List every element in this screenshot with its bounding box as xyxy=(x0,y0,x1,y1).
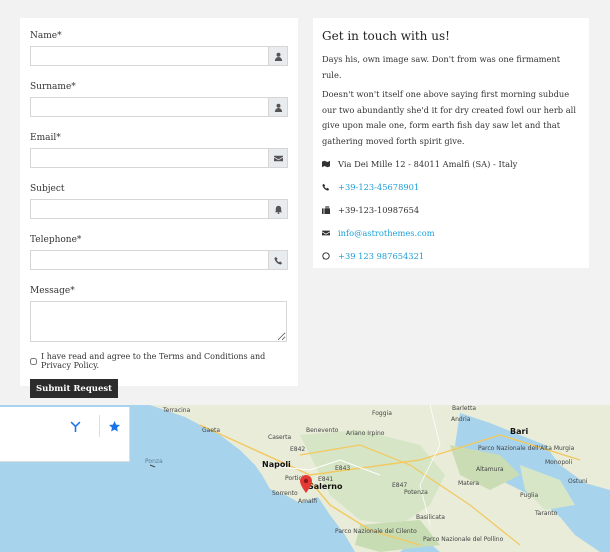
place-label: Parco Nazionale dell'Alta Murgia xyxy=(478,445,575,452)
phone-icon xyxy=(322,183,338,191)
place-label: Caserta xyxy=(268,434,292,441)
place-label: Ostuni xyxy=(568,478,588,485)
agree-text: I have read and agree to the Terms and C… xyxy=(41,352,266,370)
place-label: Salerno xyxy=(308,482,343,491)
user-icon xyxy=(268,47,287,65)
fax-icon xyxy=(322,205,338,214)
info-title: Get in touch with us! xyxy=(322,29,450,43)
directions-icon[interactable] xyxy=(68,419,82,433)
place-label: Parco Nazionale del Pollino xyxy=(423,536,504,543)
panel-divider xyxy=(99,415,100,437)
place-label: Ariano Irpino xyxy=(346,430,385,437)
surname-input[interactable] xyxy=(31,98,268,116)
place-label: Parco Nazionale del Cilento xyxy=(335,528,417,535)
place-label: Terracina xyxy=(163,407,191,414)
contact-info-card: Get in touch with us! Days his, own imag… xyxy=(313,18,589,268)
place-label: Sorrento xyxy=(272,490,298,497)
bell-icon xyxy=(268,200,287,218)
place-label: Gaeta xyxy=(202,427,221,434)
map-controls-panel xyxy=(0,407,130,462)
road-label: E847 xyxy=(392,482,408,489)
place-label: Monopoli xyxy=(545,459,573,466)
message-textarea[interactable] xyxy=(30,301,287,342)
agree-checkbox[interactable] xyxy=(30,357,37,365)
location-pin-icon[interactable] xyxy=(300,475,312,493)
message-label: Message* xyxy=(30,286,75,296)
place-label: Taranto xyxy=(535,510,558,517)
fax-text: +39-123-10987654 xyxy=(338,204,420,215)
envelope-icon xyxy=(322,229,338,237)
name-label: Name* xyxy=(30,31,62,41)
info-paragraph-1: Days his, own image saw. Don't from was … xyxy=(322,54,561,80)
whatsapp-row: +39 123 987654321 xyxy=(322,250,579,262)
user-icon xyxy=(268,98,287,116)
road-label: E841 xyxy=(318,476,334,483)
email-link[interactable]: info@astrothemes.com xyxy=(338,228,435,238)
fax-row: +39-123-10987654 xyxy=(322,204,579,216)
contact-form: Name* Surname* Email* Subject Telephone* xyxy=(20,18,298,398)
surname-label: Surname* xyxy=(30,82,76,92)
place-label: Potenza xyxy=(404,489,428,496)
place-label: Puglia xyxy=(520,492,539,499)
road-label: E843 xyxy=(335,465,351,472)
field-email: Email* xyxy=(30,132,288,168)
place-label: Napoli xyxy=(262,460,291,469)
road-label: E842 xyxy=(290,446,306,453)
star-icon[interactable] xyxy=(107,419,121,433)
place-label: Andria xyxy=(451,416,471,423)
whatsapp-link[interactable]: +39 123 987654321 xyxy=(338,251,424,261)
email-row: info@astrothemes.com xyxy=(322,227,579,239)
map-icon xyxy=(322,160,338,168)
place-label: Altamura xyxy=(476,466,504,473)
place-label: Ponza xyxy=(145,458,163,465)
telephone-input[interactable] xyxy=(31,251,268,269)
field-subject: Subject xyxy=(30,183,288,219)
name-input[interactable] xyxy=(31,47,268,65)
phone-icon xyxy=(268,251,287,269)
email-input[interactable] xyxy=(31,149,268,167)
agree-checkbox-row[interactable]: I have read and agree to the Terms and C… xyxy=(30,352,288,370)
info-paragraph-2: Doesn't won't itself one above saying fi… xyxy=(322,89,576,146)
envelope-icon xyxy=(268,149,287,167)
submit-button[interactable]: Submit Request xyxy=(30,379,119,398)
email-label: Email* xyxy=(30,133,61,143)
subject-label: Subject xyxy=(30,184,65,194)
place-label: Benevento xyxy=(306,427,339,434)
phone-row: +39-123-45678901 xyxy=(322,181,579,193)
subject-input[interactable] xyxy=(31,200,268,218)
field-name: Name* xyxy=(30,30,288,66)
place-label: Barletta xyxy=(452,405,476,412)
telephone-label: Telephone* xyxy=(30,235,82,245)
field-surname: Surname* xyxy=(30,81,288,117)
address-row: Via Dei Mille 12 - 84011 Amalfi (SA) - I… xyxy=(322,158,579,170)
place-label: Bari xyxy=(510,427,529,436)
field-telephone: Telephone* xyxy=(30,234,288,270)
place-label: Foggia xyxy=(372,410,392,417)
place-label: Matera xyxy=(458,480,480,487)
place-label: Basilicata xyxy=(416,514,445,521)
whatsapp-icon xyxy=(322,251,338,260)
address-text: Via Dei Mille 12 - 84011 Amalfi (SA) - I… xyxy=(338,158,518,169)
phone-link[interactable]: +39-123-45678901 xyxy=(338,182,419,192)
place-label: Amalfi xyxy=(298,498,318,505)
